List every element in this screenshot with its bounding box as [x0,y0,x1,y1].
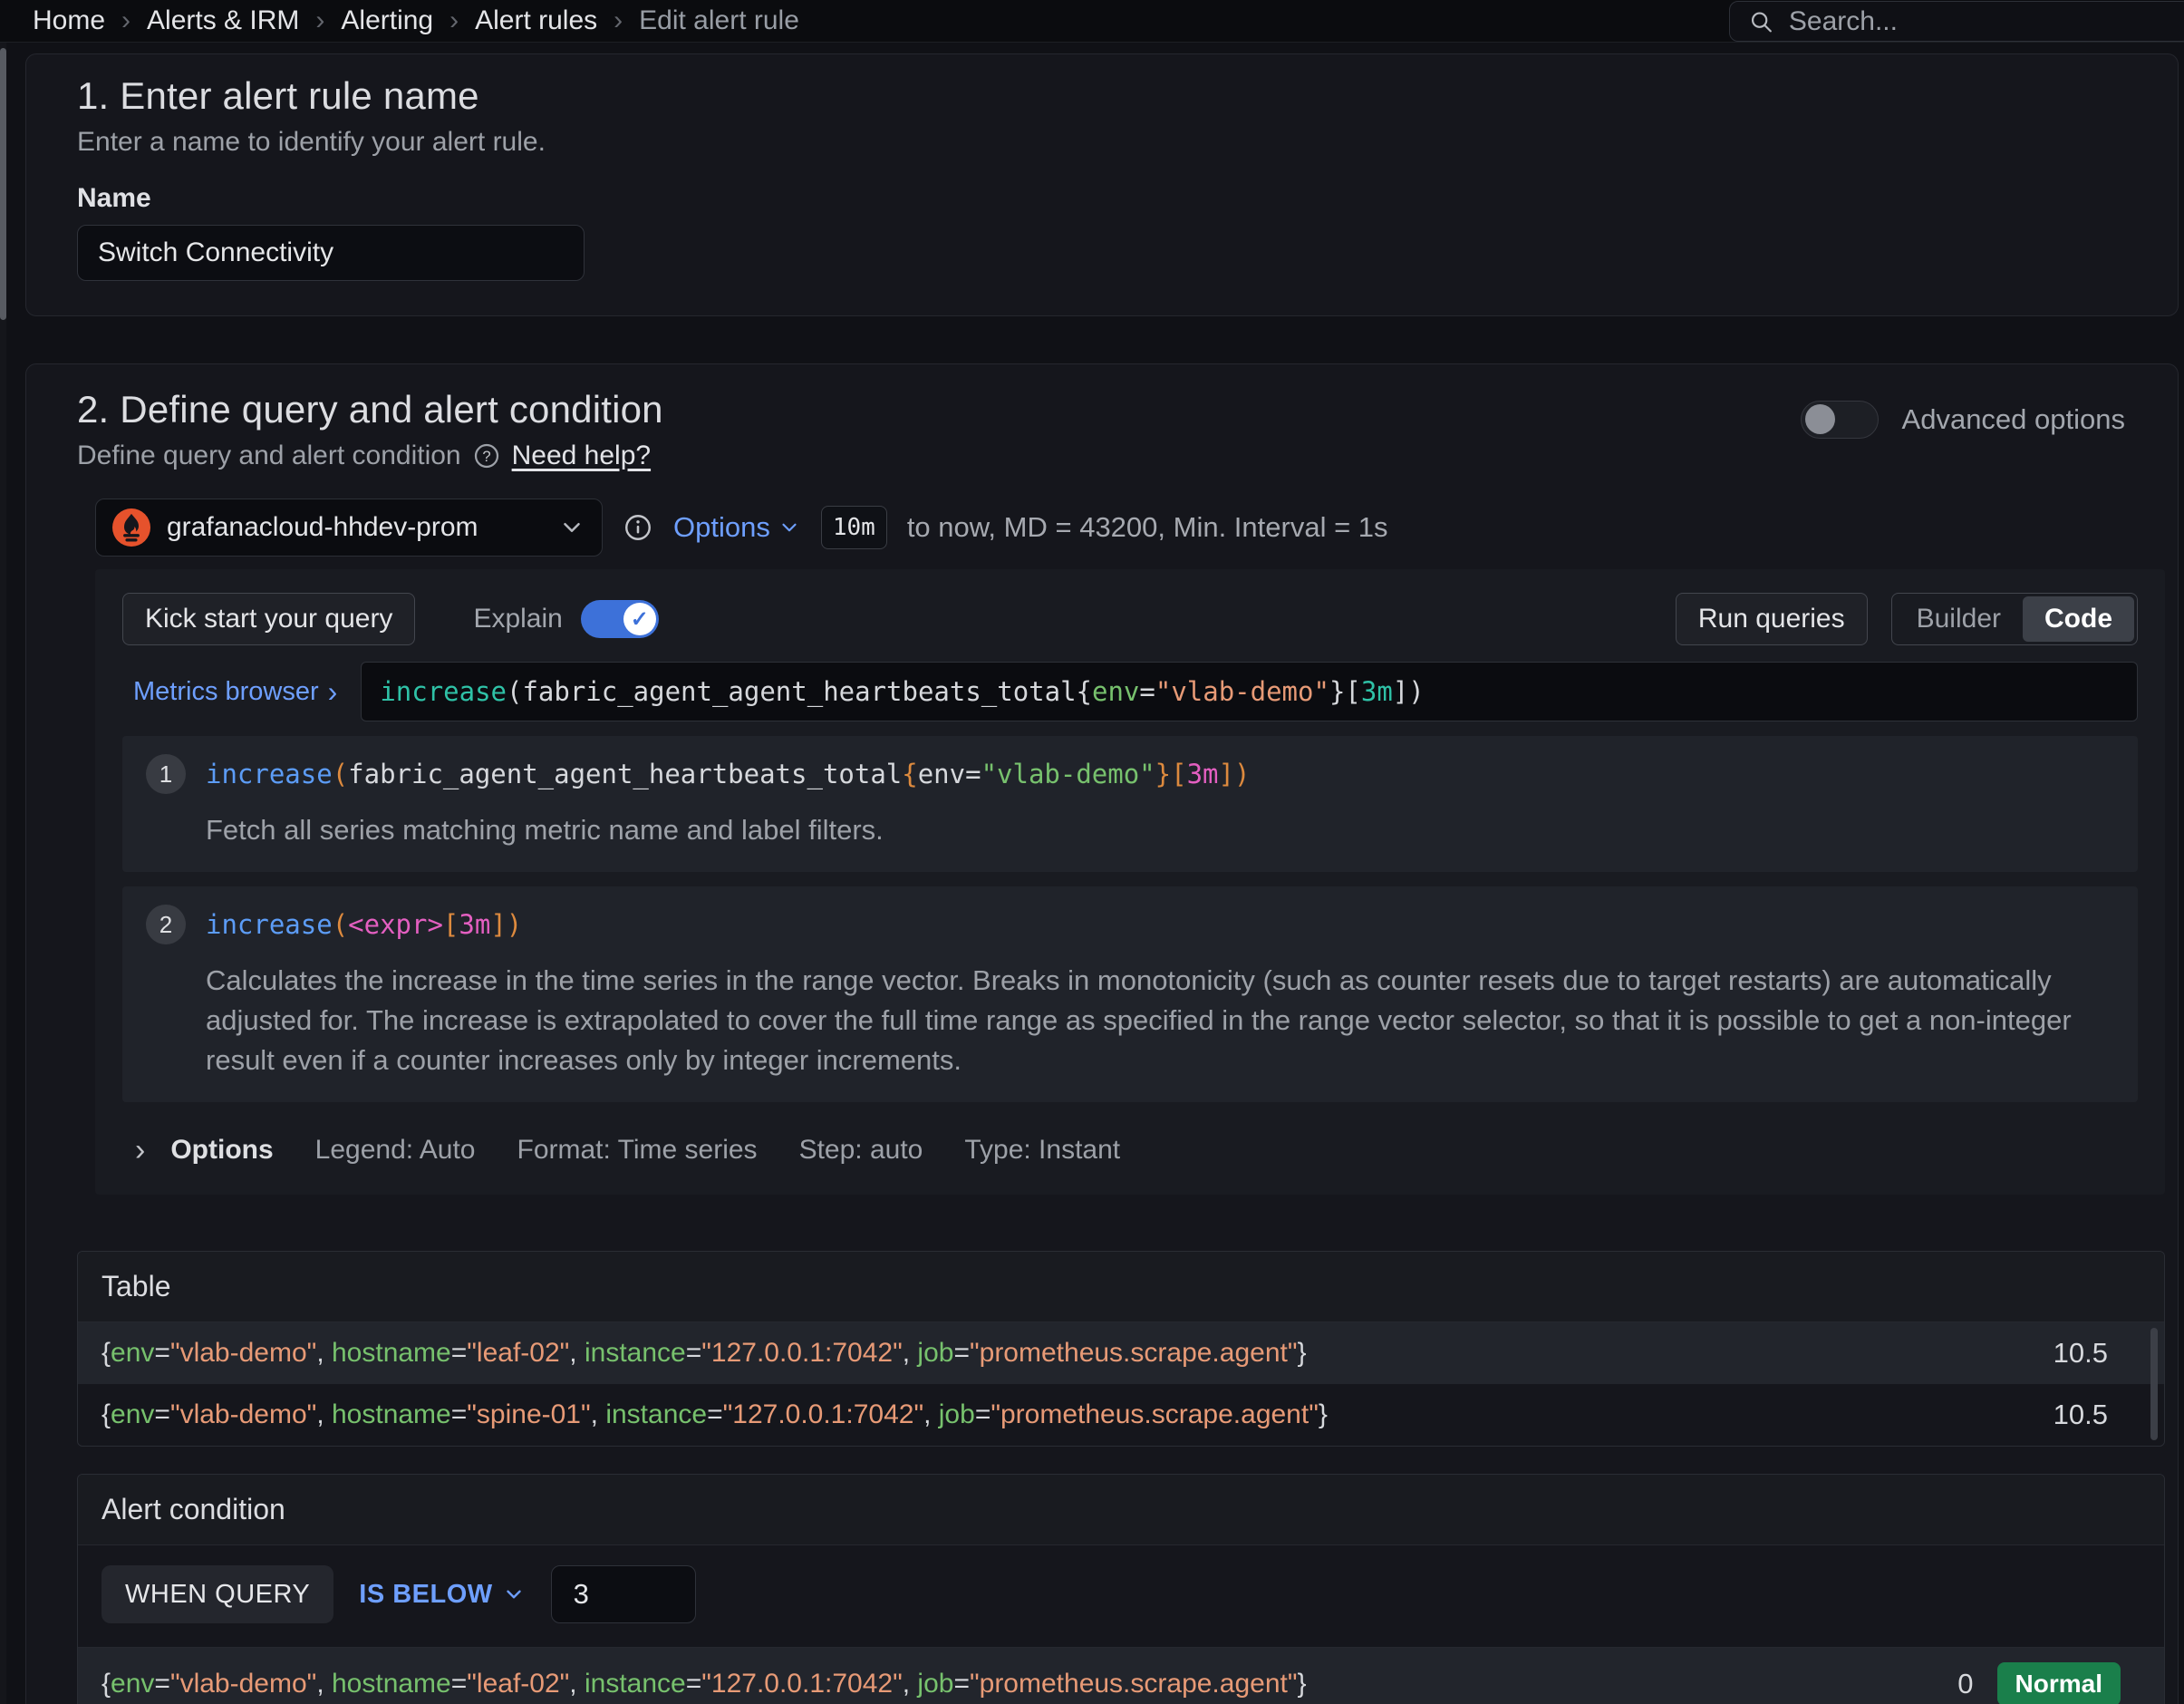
chevron-right-icon: › [328,675,338,709]
page-scrollbar-thumb[interactable] [0,48,6,320]
explain-step-1: 1 increase(fabric_agent_agent_heartbeats… [122,736,2138,872]
need-help-link[interactable]: Need help? [512,441,651,471]
query-result-table-panel: Table {env="vlab-demo", hostname="leaf-0… [77,1251,2165,1447]
info-circle-icon [623,512,653,543]
question-circle-icon: ? [472,441,501,470]
breadcrumb-separator: › [121,5,130,36]
series-value: 0 [1957,1668,1973,1700]
condition-operator-dropdown[interactable]: IS BELOW [359,1580,525,1610]
series-labels: {env="vlab-demo", hostname="leaf-02", in… [101,1338,1307,1369]
format-option: Format: Time series [517,1135,758,1166]
top-nav-bar: Home › Alerts & IRM › Alerting › Alert r… [0,0,2184,43]
query-options-expander[interactable]: Options [673,511,801,544]
search-icon [1748,7,1774,36]
relative-time-badge[interactable]: 10m [821,506,887,549]
table-panel-title: Table [78,1252,2164,1322]
svg-text:?: ? [482,448,490,465]
code-mode-option[interactable]: Code [2023,596,2134,642]
chevron-down-icon [778,516,801,539]
breadcrumb-alert-rules[interactable]: Alert rules [475,5,597,36]
metrics-browser-button[interactable]: Metrics browser › [122,662,361,721]
explain-step-1-description: Fetch all series matching metric name an… [206,810,2114,850]
breadcrumb: Home › Alerts & IRM › Alerting › Alert r… [33,5,799,36]
table-scrollbar-thumb[interactable] [2150,1328,2158,1440]
breadcrumb-separator: › [614,5,623,36]
step2-card: 2. Define query and alert condition Defi… [25,363,2179,1704]
type-option: Type: Instant [964,1135,1120,1166]
step1-title: 1. Enter alert rule name [77,74,2127,118]
alert-rule-name-input[interactable] [77,225,585,281]
explain-step-2-expression: increase(<expr>[3m]) [206,909,522,940]
promql-expression: increase(fabric_agent_agent_heartbeats_t… [380,676,1424,707]
table-row: {env="vlab-demo", hostname="spine-01", i… [78,1384,2164,1446]
series-value: 10.5 [2054,1337,2141,1370]
when-query-label: WHEN QUERY [101,1565,333,1623]
prometheus-icon [112,508,150,547]
time-range-summary: to now, MD = 43200, Min. Interval = 1s [907,511,1388,544]
promql-code-editor[interactable]: increase(fabric_agent_agent_heartbeats_t… [361,662,2138,721]
editor-mode-toggle: Builder Code [1891,593,2138,645]
advanced-options-label: Advanced options [1902,403,2125,436]
builder-mode-option[interactable]: Builder [1895,596,2023,642]
series-labels: {env="vlab-demo", hostname="spine-01", i… [101,1399,1328,1430]
toggle-knob: ✓ [623,603,656,635]
series-value: 10.5 [2054,1399,2141,1431]
explain-step-2-description: Calculates the increase in the time seri… [206,961,2114,1080]
series-labels: {env="vlab-demo", hostname="leaf-02", in… [101,1669,1307,1699]
step1-card: 1. Enter alert rule name Enter a name to… [25,53,2179,316]
legend-option: Legend: Auto [315,1135,476,1166]
global-search[interactable] [1729,1,2184,42]
datasource-picker[interactable]: grafanacloud-hhdev-prom [95,499,603,557]
step1-subtitle: Enter a name to identify your alert rule… [77,127,2127,158]
step-number-badge: 1 [146,754,186,794]
query-options-summary-row[interactable]: › Options Legend: Auto Format: Time seri… [122,1124,2138,1173]
chevron-down-icon [558,514,585,541]
step2-title: 2. Define query and alert condition [77,388,663,431]
breadcrumb-alerting[interactable]: Alerting [341,5,433,36]
query-editor-panel: Kick start your query Explain ✓ Run quer… [95,569,2165,1195]
options-row-label: Options [170,1135,273,1166]
toggle-knob [1805,404,1835,434]
breadcrumb-edit-alert-rule: Edit alert rule [639,5,799,36]
advanced-options-toggle[interactable] [1801,401,1879,439]
chevron-down-icon [502,1583,526,1606]
table-row: {env="vlab-demo", hostname="leaf-02", in… [78,1322,2164,1384]
explain-toggle[interactable]: ✓ [581,600,659,638]
chevron-right-icon: › [135,1135,145,1166]
name-field-label: Name [77,183,2127,214]
step-option: Step: auto [799,1135,923,1166]
datasource-name: grafanacloud-hhdev-prom [167,512,478,543]
step-number-badge: 2 [146,905,186,944]
alert-condition-panel: Alert condition WHEN QUERY IS BELOW {env… [77,1474,2165,1704]
step2-subtitle: Define query and alert condition [77,441,461,471]
page-scrollbar-track [0,43,6,1704]
explain-step-1-expression: increase(fabric_agent_agent_heartbeats_t… [206,759,1250,789]
run-queries-button[interactable]: Run queries [1676,593,1868,645]
threshold-value-input[interactable] [551,1565,696,1623]
alert-state-badge: Normal [1997,1662,2121,1704]
alert-condition-title: Alert condition [78,1475,2164,1545]
breadcrumb-separator: › [449,5,459,36]
breadcrumb-separator: › [315,5,324,36]
explain-toggle-label: Explain [473,604,562,634]
breadcrumb-alerts-irm[interactable]: Alerts & IRM [147,5,299,36]
breadcrumb-home[interactable]: Home [33,5,105,36]
search-input[interactable] [1789,6,2172,37]
alert-instance-row: {env="vlab-demo", hostname="leaf-02", in… [78,1648,2164,1704]
explain-step-2: 2 increase(<expr>[3m]) Calculates the in… [122,886,2138,1102]
kick-start-query-button[interactable]: Kick start your query [122,593,415,645]
